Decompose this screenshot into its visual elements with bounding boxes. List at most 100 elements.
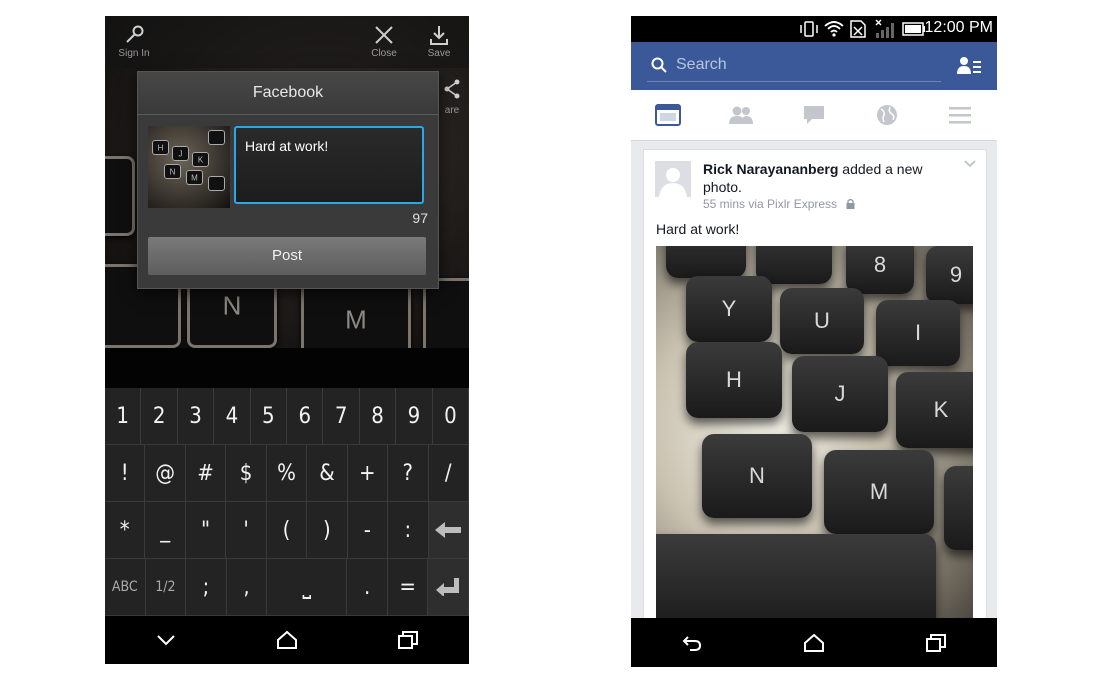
key-2[interactable]: 2 <box>141 388 178 445</box>
save-label: Save <box>427 48 451 59</box>
recent-apps-button[interactable] <box>348 616 469 664</box>
tab-messages[interactable] <box>777 90 850 140</box>
keyboard-row-numbers: 1 2 3 4 5 6 7 8 9 0 <box>105 388 469 445</box>
key-single-quote[interactable]: ' <box>226 502 267 559</box>
home-button[interactable] <box>753 618 875 667</box>
sign-in-button[interactable]: Sign In <box>108 16 160 68</box>
photo-key-label: 8 <box>873 252 887 277</box>
photo-key-label: K <box>933 397 949 422</box>
key-semicolon[interactable]: ; <box>186 559 227 616</box>
key-9[interactable]: 9 <box>396 388 433 445</box>
key-comma[interactable]: , <box>226 559 268 616</box>
search-input[interactable]: Search <box>647 51 941 82</box>
keyboard-row-symbols-2: * _ " ' ( ) - : <box>105 502 469 559</box>
key-hash[interactable]: # <box>185 445 227 502</box>
key-ampersand[interactable]: & <box>307 445 348 502</box>
close-button[interactable]: Close <box>358 16 410 68</box>
search-icon <box>651 57 667 73</box>
key-underscore[interactable]: _ <box>145 502 186 559</box>
vibrate-icon <box>800 21 818 37</box>
key-minus[interactable]: - <box>347 502 389 559</box>
key-dollar[interactable]: $ <box>226 445 267 502</box>
photo-key-label: I <box>914 320 922 345</box>
spacer-strip <box>105 348 469 388</box>
backspace-arrow-icon <box>435 522 462 538</box>
key-8[interactable]: 8 <box>359 388 397 445</box>
photo-key-label: M <box>345 304 367 335</box>
facebook-header: Search <box>631 42 997 90</box>
recent-apps-button[interactable] <box>875 618 997 667</box>
friend-requests-icon[interactable] <box>957 56 981 76</box>
wifi-icon <box>824 21 844 37</box>
story-headline: Rick Narayananberg added a new photo. <box>703 160 953 196</box>
status-time: 12:00 PM <box>924 19 993 36</box>
key-exclamation[interactable]: ! <box>105 445 146 502</box>
key-3[interactable]: 3 <box>177 388 215 445</box>
tab-more[interactable] <box>924 90 997 140</box>
key-1[interactable]: 1 <box>105 388 142 445</box>
status-bar: 12:00 PM <box>631 16 997 42</box>
close-label: Close <box>371 48 397 59</box>
abc-key[interactable]: ABC <box>105 559 146 616</box>
share-button[interactable]: are <box>435 78 469 126</box>
backspace-key[interactable] <box>428 502 469 559</box>
tab-news-feed[interactable] <box>631 90 704 140</box>
signal-icon <box>875 19 894 38</box>
post-button[interactable]: Post <box>148 237 426 275</box>
keyboard-row-bottom: ABC 1/2 ; , ⎵ . = <box>105 559 469 616</box>
key-double-quote[interactable]: " <box>185 502 227 559</box>
key-colon[interactable]: : <box>388 502 429 559</box>
back-button[interactable] <box>631 618 753 667</box>
close-icon <box>375 26 393 44</box>
key-5[interactable]: 5 <box>250 388 288 445</box>
thumb-key-label: J <box>178 149 183 158</box>
author-name[interactable]: Rick Narayananberg <box>703 161 838 177</box>
avatar[interactable] <box>655 161 691 197</box>
recent-apps-icon <box>398 631 419 649</box>
page-toggle-key[interactable]: 1/2 <box>145 559 187 616</box>
save-button[interactable]: Save <box>413 16 465 68</box>
key-asterisk[interactable]: * <box>105 502 146 559</box>
menu-icon <box>949 107 972 124</box>
key-4[interactable]: 4 <box>214 388 251 445</box>
symbol-keyboard: 1 2 3 4 5 6 7 8 9 0 ! @ # $ % & + ? / * … <box>105 388 469 616</box>
facebook-share-dialog: Facebook H J K N M Hard at work! 97 Post <box>137 71 439 289</box>
key-percent[interactable]: % <box>266 445 308 502</box>
enter-key[interactable] <box>428 559 469 616</box>
tab-friends[interactable] <box>704 90 777 140</box>
photo-key-label: N <box>222 290 242 321</box>
home-button[interactable] <box>226 616 347 664</box>
tab-notifications[interactable] <box>851 90 924 140</box>
home-icon <box>804 633 824 652</box>
sign-in-label: Sign In <box>118 48 150 59</box>
key-plus[interactable]: + <box>347 445 389 502</box>
key-at[interactable]: @ <box>145 445 186 502</box>
story-timestamp: 55 mins via Pixlr Express <box>703 197 838 211</box>
recent-apps-icon <box>926 633 946 652</box>
key-0[interactable]: 0 <box>432 388 469 445</box>
key-6[interactable]: 6 <box>287 388 324 445</box>
lock-icon <box>846 198 855 209</box>
key-open-paren[interactable]: ( <box>266 502 308 559</box>
hide-keyboard-button[interactable] <box>105 616 226 664</box>
search-placeholder: Search <box>676 56 727 73</box>
key-close-paren[interactable]: ) <box>307 502 348 559</box>
story-photo[interactable]: 8 9 Y U I H J K N M <box>656 246 973 640</box>
photo-key-label: J <box>834 381 846 406</box>
no-sim-icon <box>850 20 866 38</box>
character-counter: 97 <box>412 210 428 226</box>
key-equals[interactable]: = <box>387 559 429 616</box>
key-period[interactable]: . <box>347 559 388 616</box>
battery-icon <box>902 22 925 36</box>
key-question[interactable]: ? <box>388 445 429 502</box>
space-key[interactable]: ⎵ <box>267 559 348 616</box>
editor-top-toolbar: Sign In Close Save <box>105 16 469 68</box>
key-7[interactable]: 7 <box>323 388 360 445</box>
enter-arrow-icon <box>436 578 460 596</box>
globe-icon <box>877 105 898 125</box>
chevron-down-icon[interactable] <box>964 160 976 168</box>
key-slash[interactable]: / <box>428 445 469 502</box>
left-phone-screen: N M Sign In Close Save are Facebook H J … <box>105 16 469 664</box>
news-feed-icon <box>654 104 681 126</box>
message-input[interactable]: Hard at work! <box>234 126 424 204</box>
